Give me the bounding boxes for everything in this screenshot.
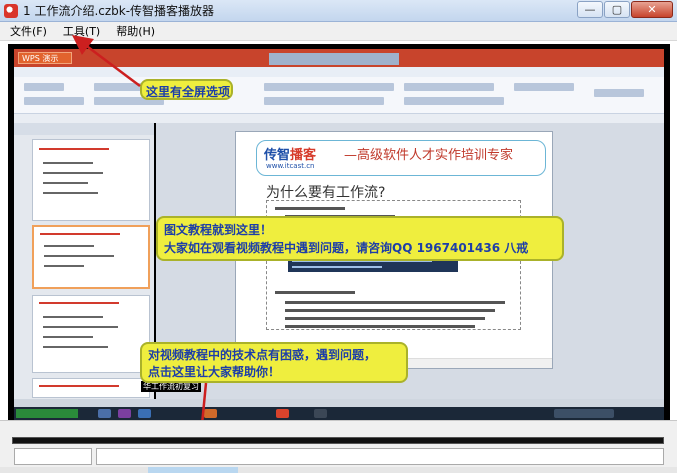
taskbar-app-icon bbox=[314, 409, 327, 418]
slide-logo-part1: 传智 bbox=[264, 148, 291, 163]
taskbar-start bbox=[16, 409, 78, 418]
seek-bar[interactable] bbox=[12, 437, 664, 444]
menu-bar: 文件(F) 工具(T) 帮助(H) bbox=[0, 22, 677, 41]
qq-help-callout: 图文教程就到这里！ 大家如在观看视频教程中遇到问题，请咨询QQ 19674014… bbox=[156, 216, 564, 261]
menu-file[interactable]: 文件(F) bbox=[4, 23, 53, 39]
app-icon bbox=[4, 3, 18, 18]
wps-view-controls bbox=[269, 53, 399, 65]
taskbar-app-icon bbox=[98, 409, 111, 418]
wps-badge: WPS 演示 bbox=[18, 52, 72, 64]
help-link-line2: 点击这里让大家帮助你！ bbox=[148, 365, 281, 379]
slide-title: 为什么要有工作流? bbox=[266, 185, 386, 201]
recorded-taskbar bbox=[14, 407, 664, 420]
qq-help-line2: 大家如在观看视频教程中遇到问题，请咨询QQ 1967401436 八戒 bbox=[164, 241, 529, 255]
slide-thumbnail[interactable] bbox=[32, 139, 150, 221]
fullscreen-hint-callout: 这里有全屏选项 bbox=[140, 79, 233, 100]
minimize-button[interactable]: — bbox=[577, 1, 603, 18]
player-status-row bbox=[0, 467, 677, 473]
slide-thumbnail[interactable] bbox=[32, 378, 150, 398]
slide-logo-part2: 播客 bbox=[290, 148, 317, 163]
player-info-field bbox=[96, 448, 664, 465]
help-link-target[interactable] bbox=[148, 467, 238, 473]
slide-slogan: —高级软件人才实作培训专家 bbox=[344, 148, 514, 163]
wps-title-bar: WPS 演示 bbox=[14, 49, 664, 67]
slide-thumbnail-selected[interactable] bbox=[32, 225, 150, 289]
window-title: 1 工作流介绍.czbk-传智播客播放器 bbox=[23, 4, 215, 18]
menu-tools[interactable]: 工具(T) bbox=[57, 23, 106, 39]
wps-document-tabs bbox=[14, 114, 664, 123]
taskbar-app-icon bbox=[118, 409, 131, 418]
taskbar-app-icon bbox=[138, 409, 151, 418]
wps-status-bar bbox=[14, 399, 664, 407]
maximize-button[interactable]: ▢ bbox=[604, 1, 630, 18]
close-button[interactable]: ✕ bbox=[631, 1, 673, 18]
slide-url: www.itcast.cn bbox=[266, 162, 315, 170]
wps-ribbon-tabs bbox=[14, 67, 664, 77]
window-controls: — ▢ ✕ bbox=[576, 1, 673, 18]
wps-ribbon bbox=[14, 77, 664, 114]
taskbar-tray bbox=[554, 409, 614, 418]
menu-help[interactable]: 帮助(H) bbox=[110, 23, 161, 39]
player-controls bbox=[0, 420, 677, 473]
taskbar-app-icon bbox=[276, 409, 289, 418]
slide-logo: 传智播客 bbox=[264, 144, 316, 163]
window-titlebar: 1 工作流介绍.czbk-传智播客播放器 — ▢ ✕ bbox=[0, 0, 677, 22]
help-link-callout[interactable]: 对视频教程中的技术点有困惑，遇到问题， 点击这里让大家帮助你！ bbox=[140, 342, 408, 383]
help-link-line1: 对视频教程中的技术点有困惑，遇到问题， bbox=[148, 348, 377, 362]
slide-thumbnail-panel bbox=[14, 123, 154, 399]
thumbnail-panel-tabs bbox=[14, 123, 154, 135]
player-button-group[interactable] bbox=[14, 448, 92, 465]
taskbar-app-icon bbox=[204, 409, 217, 418]
qq-help-line1: 图文教程就到这里！ bbox=[164, 223, 273, 237]
slide-thumbnail[interactable] bbox=[32, 295, 150, 373]
